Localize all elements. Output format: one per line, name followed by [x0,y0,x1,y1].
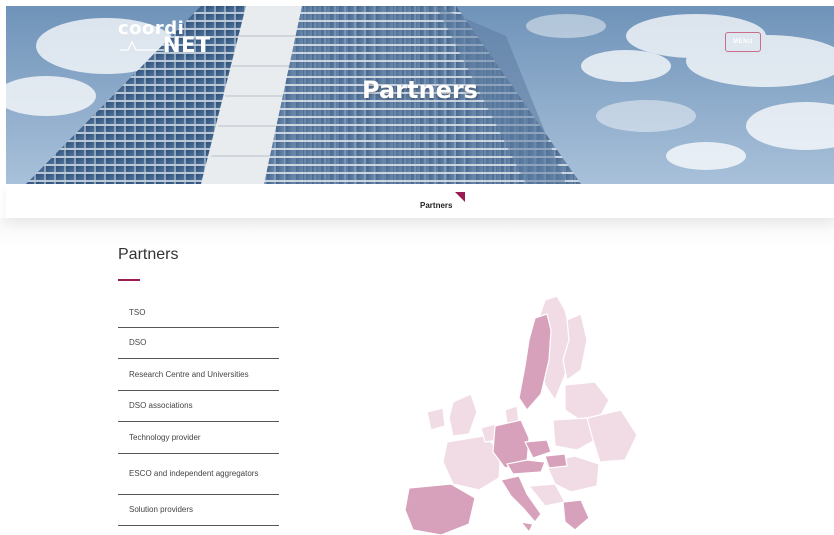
logo-text-bottom: NET [163,33,211,57]
category-item-dso-associations[interactable]: DSO associations [118,391,279,422]
breadcrumb-marker-icon [455,192,465,202]
title-underline [118,279,140,281]
map-italy [500,475,542,523]
map-western-balkans [528,483,566,507]
logo-pulse-icon [120,40,164,51]
category-item-research[interactable]: Research Centre and Universities [118,359,279,391]
map-sweden [518,313,552,411]
section-title: Partners [118,246,179,263]
menu-button[interactable]: MENU [725,32,761,52]
map-iberia [404,483,476,535]
map-hungary [544,453,568,469]
partner-category-list: TSO DSO Research Centre and Universities… [118,298,279,526]
map-ireland [426,407,446,431]
map-sicily [520,521,534,533]
map-east [586,409,638,463]
hero-title: Partners [362,76,478,104]
map-uk [448,393,478,437]
category-item-solution-providers[interactable]: Solution providers [118,495,279,526]
category-item-technology-provider[interactable]: Technology provider [118,422,279,454]
map-france [442,435,502,491]
map-greece [562,499,590,531]
category-item-esco[interactable]: ESCO and independent aggregators [118,454,279,495]
europe-map [404,295,638,535]
coordinet-logo[interactable]: coordi NET [118,18,211,57]
breadcrumb-current[interactable]: Partners [420,201,452,210]
hero-banner: coordi NET MENU Partners [6,6,834,184]
category-item-tso[interactable]: TSO [118,298,279,328]
page: coordi NET MENU Partners Partners Partne… [0,0,834,535]
category-item-dso[interactable]: DSO [118,328,279,359]
